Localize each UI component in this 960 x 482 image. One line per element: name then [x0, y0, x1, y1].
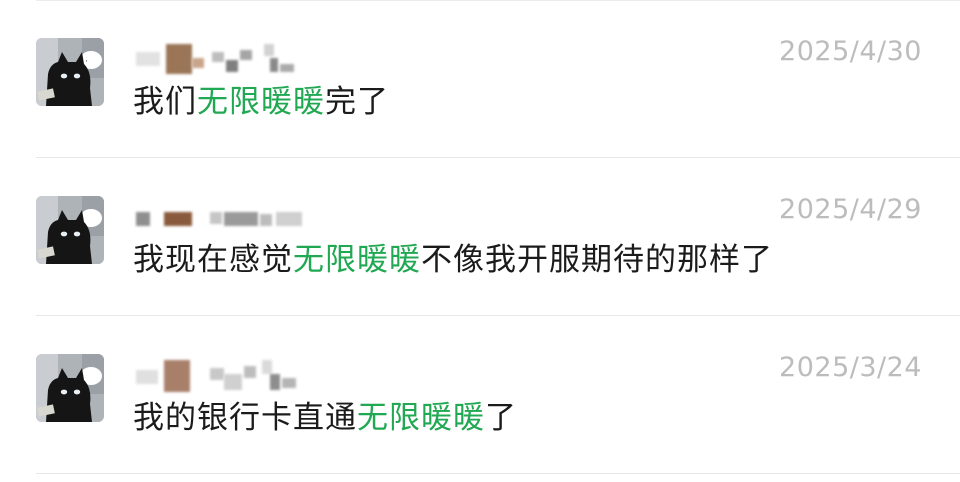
message-text: 我现在感觉无限暖暖不像我开服期待的那样了: [133, 234, 773, 279]
black-cat-avatar-icon: [36, 196, 104, 264]
message-text-after: 不像我开服期待的那样了: [421, 242, 773, 278]
message-date: 2025/3/24: [779, 352, 922, 383]
message-date: 2025/4/29: [779, 194, 922, 225]
sender-name-redacted: [134, 202, 334, 234]
message-text: 我们无限暖暖完了: [133, 76, 389, 121]
black-cat-avatar-icon: [36, 354, 104, 422]
highlighted-keyword: 无限暖暖: [293, 242, 421, 278]
message-text-before: 我的银行卡直通: [133, 400, 357, 436]
row-divider: [36, 473, 960, 474]
message-result-row[interactable]: 2025/3/24 我的银行卡直通无限暖暖了: [0, 316, 960, 474]
message-text-after: 完了: [325, 84, 389, 120]
avatar[interactable]: [36, 354, 104, 422]
message-result-row[interactable]: 2025/4/29 我现在感觉无限暖暖不像我开服期待的那样了: [0, 158, 960, 316]
highlighted-keyword: 无限暖暖: [357, 400, 485, 436]
message-text-before: 我现在感觉: [133, 242, 293, 278]
search-results-page: · 2025/4/30 我们无限暖暖完了 2025/4/29 我现在感觉无限暖暖…: [0, 0, 960, 482]
message-text-after: 了: [485, 400, 517, 436]
message-date: 2025/4/30: [779, 36, 922, 67]
message-text-before: 我们: [133, 84, 197, 120]
sender-name-redacted: [134, 360, 334, 392]
highlighted-keyword: 无限暖暖: [197, 84, 325, 120]
sender-name-redacted: [134, 44, 334, 76]
avatar[interactable]: [36, 196, 104, 264]
message-text: 我的银行卡直通无限暖暖了: [133, 392, 517, 437]
black-cat-avatar-icon: ·: [36, 38, 104, 106]
svg-text:·: ·: [85, 57, 88, 67]
message-result-row[interactable]: · 2025/4/30 我们无限暖暖完了: [0, 0, 960, 158]
avatar[interactable]: ·: [36, 38, 104, 106]
